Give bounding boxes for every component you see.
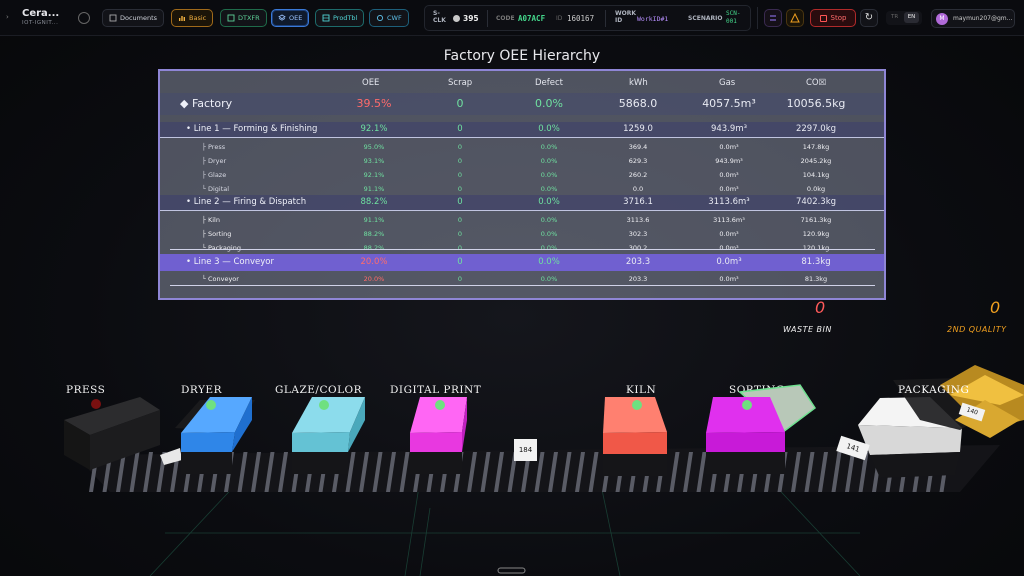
tile-counter-conveyor: 184 — [514, 439, 537, 461]
dryer-status-indicator — [206, 400, 216, 410]
glaze-machine[interactable] — [292, 397, 365, 474]
sorting-machine[interactable] — [706, 384, 817, 474]
tile-counter-value: 141 — [845, 442, 861, 454]
kiln-status-indicator — [632, 400, 642, 410]
press-machine[interactable] — [64, 397, 182, 470]
production-line-scene — [64, 365, 1024, 478]
glaze-status-indicator — [319, 400, 329, 410]
station-label-packaging: PACKAGING — [898, 384, 970, 396]
dryer-machine[interactable] — [175, 397, 255, 474]
app-root: › Cera... IOT-IGNIT... Documents Basic D… — [0, 0, 1024, 576]
kiln-machine[interactable] — [603, 397, 667, 476]
sorting-status-indicator — [742, 400, 752, 410]
tile-counter-value: 184 — [518, 446, 533, 454]
tile-counter-value: 140 — [965, 406, 979, 417]
digital-status-indicator — [435, 400, 445, 410]
digital-print-machine[interactable] — [410, 397, 467, 474]
press-status-indicator — [91, 399, 101, 409]
